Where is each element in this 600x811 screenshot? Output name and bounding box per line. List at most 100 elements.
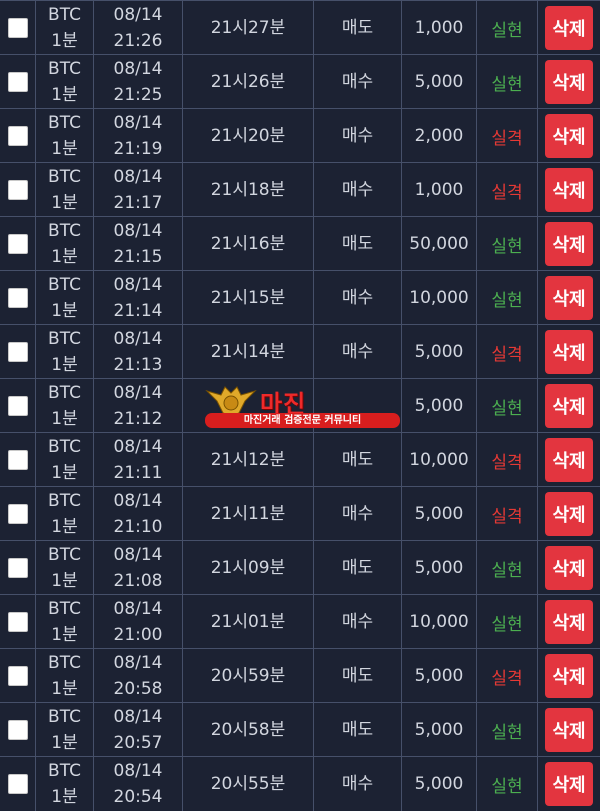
action-cell: 삭제: [538, 271, 600, 325]
trade-amount: 5,000: [414, 558, 464, 578]
action-cell: 삭제: [538, 325, 600, 379]
trade-time: 21:14: [113, 301, 163, 321]
round-label: 21시01분: [210, 612, 286, 632]
trade-date: 08/14: [113, 437, 163, 457]
trade-side: 매수: [341, 342, 374, 362]
action-cell: 삭제: [538, 433, 600, 487]
row-checkbox[interactable]: [7, 504, 28, 524]
delete-button[interactable]: 삭제: [545, 546, 593, 590]
row-checkbox[interactable]: [7, 450, 28, 470]
delete-button[interactable]: 삭제: [545, 384, 593, 428]
round-cell: 21시12분: [183, 433, 314, 487]
round-cell: 21시14분: [183, 325, 314, 379]
trade-time: 21:11: [113, 463, 163, 483]
round-label: 21시26분: [210, 72, 286, 92]
side-cell: 매도: [314, 217, 402, 271]
action-cell: 삭제: [538, 55, 600, 109]
table-row: BTC 1분 08/14 21:15 21시16분 매도 50,000 실현 삭제: [0, 216, 600, 271]
delete-button[interactable]: 삭제: [545, 114, 593, 158]
select-cell: [0, 109, 36, 163]
trade-side: 매도: [341, 558, 374, 578]
delete-button[interactable]: 삭제: [545, 168, 593, 212]
datetime-cell: 08/14 21:00: [94, 595, 183, 649]
amount-cell: 10,000: [402, 271, 477, 325]
row-checkbox[interactable]: [7, 396, 28, 416]
round-label: 21시18분: [210, 180, 286, 200]
delete-button[interactable]: 삭제: [545, 276, 593, 320]
trade-side: 매도: [341, 18, 374, 38]
round-label: 21시27분: [210, 18, 286, 38]
coin-cell: BTC 1분: [36, 757, 94, 811]
interval-label: 1분: [51, 193, 78, 213]
side-cell: 매수: [314, 595, 402, 649]
side-cell: 매도: [314, 703, 402, 757]
datetime-cell: 08/14 21:17: [94, 163, 183, 217]
trade-amount: 5,000: [414, 504, 464, 524]
result-status: 실현: [491, 236, 523, 257]
row-checkbox[interactable]: [7, 18, 28, 38]
row-checkbox[interactable]: [7, 126, 28, 146]
trade-side: 매수: [341, 288, 374, 308]
delete-button[interactable]: 삭제: [545, 654, 593, 698]
result-status: 실격: [491, 128, 523, 149]
row-checkbox[interactable]: [7, 558, 28, 578]
row-checkbox[interactable]: [7, 666, 28, 686]
delete-button[interactable]: 삭제: [545, 438, 593, 482]
delete-button[interactable]: 삭제: [545, 222, 593, 266]
row-checkbox[interactable]: [7, 72, 28, 92]
side-cell: 매수: [314, 325, 402, 379]
trade-date: 08/14: [113, 329, 163, 349]
amount-cell: 1,000: [402, 1, 477, 55]
row-checkbox[interactable]: [7, 774, 28, 794]
table-row: BTC 1분 08/14 21:12 5,000 실현 삭제: [0, 378, 600, 433]
trade-amount: 5,000: [414, 720, 464, 740]
amount-cell: 5,000: [402, 379, 477, 433]
datetime-cell: 08/14 21:14: [94, 271, 183, 325]
delete-button[interactable]: 삭제: [545, 6, 593, 50]
result-cell: 실현: [477, 595, 538, 649]
row-checkbox[interactable]: [7, 720, 28, 740]
trade-amount: 5,000: [414, 774, 464, 794]
datetime-cell: 08/14 21:15: [94, 217, 183, 271]
row-checkbox[interactable]: [7, 180, 28, 200]
result-status: 실현: [491, 776, 523, 797]
amount-cell: 10,000: [402, 595, 477, 649]
delete-button[interactable]: 삭제: [545, 762, 593, 806]
trade-side: 매수: [341, 126, 374, 146]
round-cell: 21시18분: [183, 163, 314, 217]
row-checkbox[interactable]: [7, 234, 28, 254]
interval-label: 1분: [51, 409, 78, 429]
trade-date: 08/14: [113, 599, 163, 619]
datetime-cell: 08/14 21:12: [94, 379, 183, 433]
result-cell: 실격: [477, 433, 538, 487]
coin-symbol: BTC: [48, 599, 81, 619]
result-cell: 실현: [477, 271, 538, 325]
select-cell: [0, 433, 36, 487]
row-checkbox[interactable]: [7, 342, 28, 362]
action-cell: 삭제: [538, 649, 600, 703]
delete-button[interactable]: 삭제: [545, 600, 593, 644]
trade-amount: 50,000: [409, 234, 469, 254]
amount-cell: 5,000: [402, 541, 477, 595]
round-label: 21시16분: [210, 234, 286, 254]
datetime-cell: 08/14 20:54: [94, 757, 183, 811]
amount-cell: 10,000: [402, 433, 477, 487]
table-row: BTC 1분 08/14 21:08 21시09분 매도 5,000 실현 삭제: [0, 540, 600, 595]
side-cell: 매수: [314, 757, 402, 811]
coin-cell: BTC 1분: [36, 271, 94, 325]
amount-cell: 5,000: [402, 757, 477, 811]
delete-button[interactable]: 삭제: [545, 492, 593, 536]
row-checkbox[interactable]: [7, 288, 28, 308]
row-checkbox[interactable]: [7, 612, 28, 632]
result-cell: 실현: [477, 1, 538, 55]
delete-button[interactable]: 삭제: [545, 60, 593, 104]
trade-time: 21:26: [113, 31, 163, 51]
trade-time: 20:58: [113, 679, 163, 699]
trade-amount: 1,000: [414, 18, 464, 38]
delete-button[interactable]: 삭제: [545, 708, 593, 752]
action-cell: 삭제: [538, 109, 600, 163]
round-label: 21시12분: [210, 450, 286, 470]
amount-cell: 1,000: [402, 163, 477, 217]
delete-button[interactable]: 삭제: [545, 330, 593, 374]
coin-cell: BTC 1분: [36, 541, 94, 595]
